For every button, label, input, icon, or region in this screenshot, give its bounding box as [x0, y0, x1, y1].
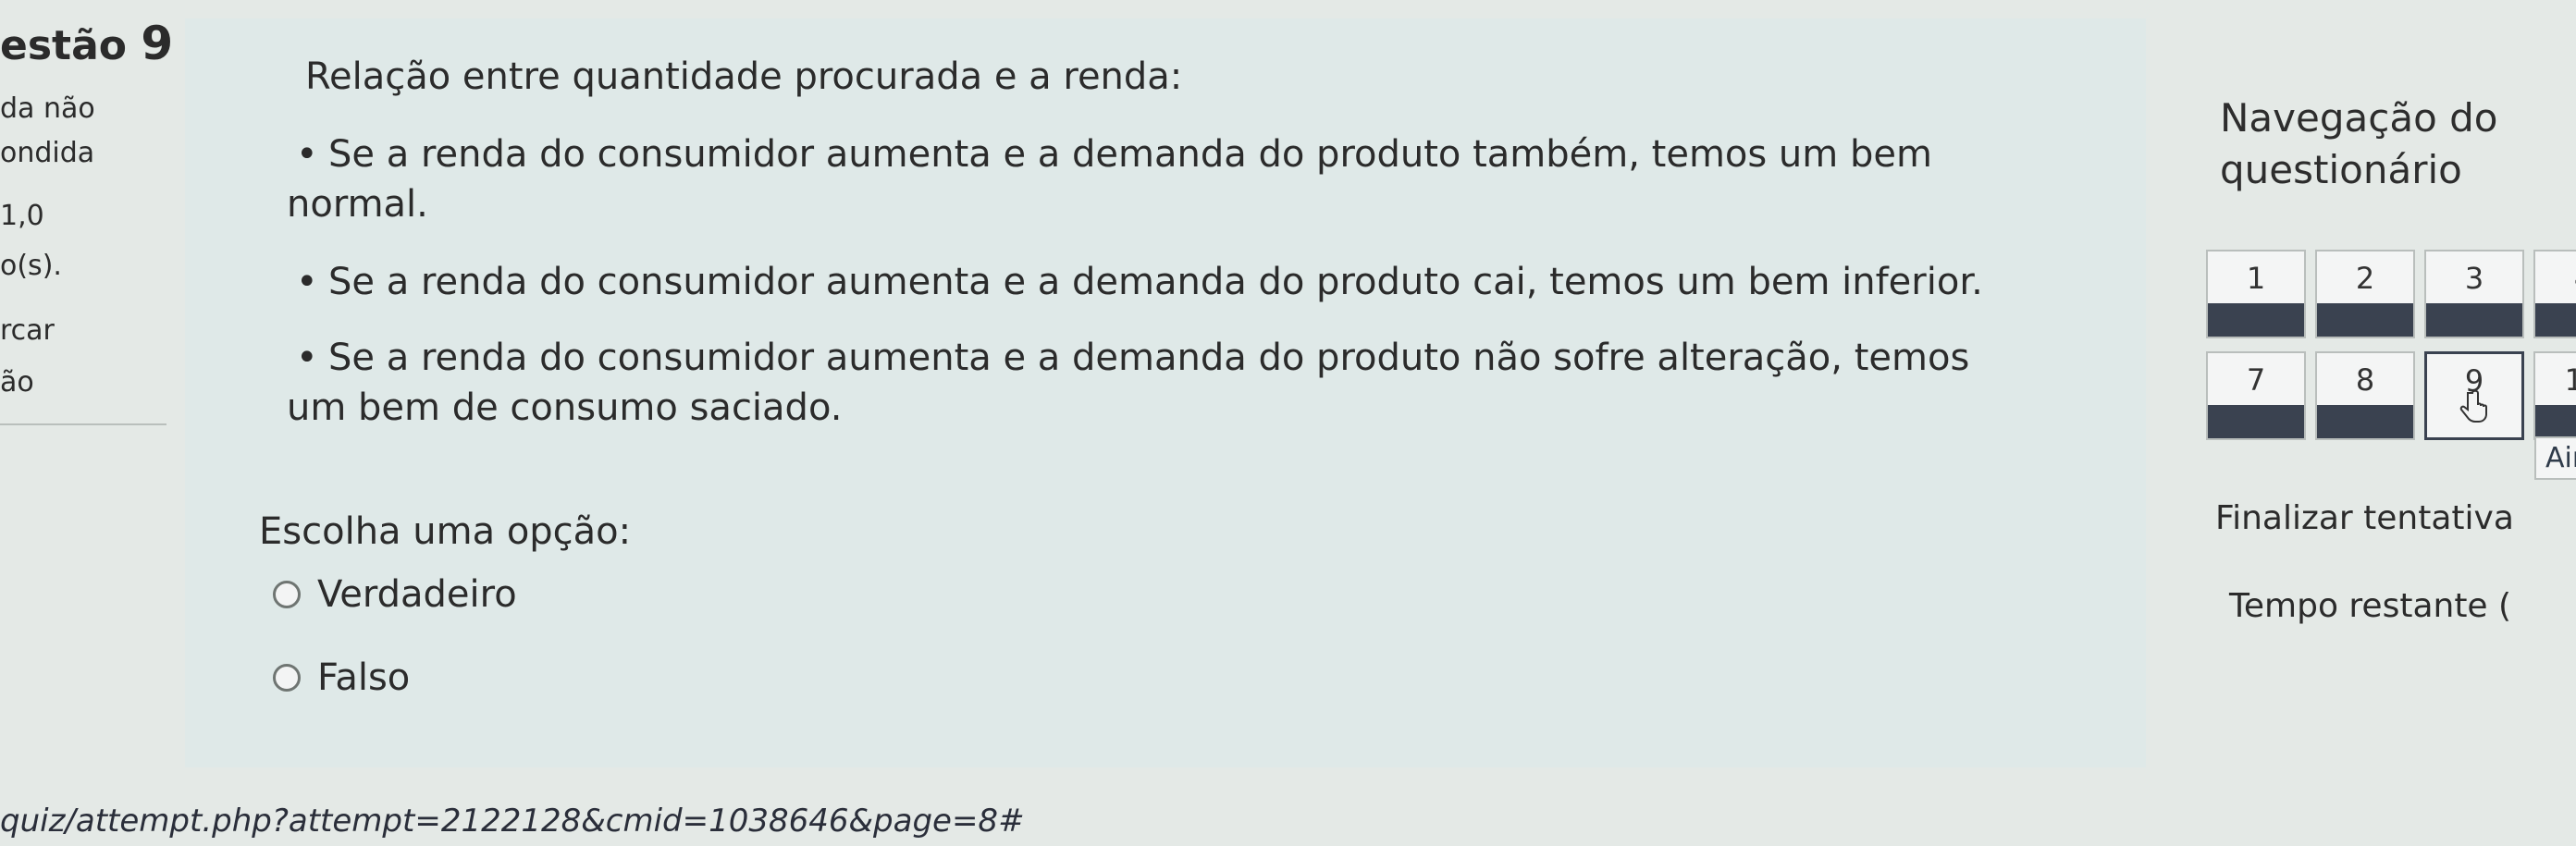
bullet-dot: •	[296, 133, 318, 176]
question-number-title: estão 9	[0, 17, 173, 70]
nav-question-4[interactable]: 4	[2533, 250, 2576, 338]
question-number: 9	[141, 17, 174, 70]
question-label: estão	[0, 22, 127, 69]
quiz-navigation: Navegação do questionário 1 2 3 4 7 8 9 …	[2192, 37, 2576, 795]
nav-question-2[interactable]: 2	[2315, 250, 2415, 338]
choose-option-label: Escolha uma opção:	[259, 510, 632, 553]
option-verdadeiro[interactable]: Verdadeiro	[273, 573, 517, 616]
option-falso[interactable]: Falso	[273, 656, 410, 699]
flag-question-link-2[interactable]: ão	[0, 366, 34, 398]
flag-question-link[interactable]: rcar	[0, 314, 55, 347]
nav-question-8[interactable]: 8	[2315, 351, 2415, 440]
question-heading: Relação entre quantidade procurada e a r…	[305, 55, 1183, 98]
nav-question-9-current[interactable]: 9	[2424, 351, 2524, 440]
points-label: o(s).	[0, 250, 62, 282]
bullet-dot: •	[296, 261, 318, 303]
score-value: 1,0	[0, 200, 44, 232]
question-info: estão 9 da não ondida 1,0 o(s). rcar ão	[0, 0, 173, 435]
finish-attempt-link[interactable]: Finalizar tentativa	[2215, 499, 2514, 537]
bullet-item-3: • Se a renda do consumidor aumenta e a de…	[287, 333, 2238, 433]
nav-question-7[interactable]: 7	[2206, 351, 2306, 440]
bullet-dot: •	[296, 337, 318, 379]
nav-question-10[interactable]: 10	[2533, 351, 2576, 440]
radio-button[interactable]	[273, 581, 301, 608]
time-remaining: Tempo restante (	[2229, 587, 2512, 625]
info-divider	[0, 423, 166, 425]
nav-question-3[interactable]: 3	[2424, 250, 2524, 338]
question-panel: Relação entre quantidade procurada e a r…	[185, 18, 2146, 767]
status-line-1: da não	[0, 92, 95, 125]
unanswered-badge: Aind	[2534, 436, 2576, 480]
radio-button[interactable]	[273, 664, 301, 692]
pointer-hand-icon	[2459, 389, 2487, 423]
nav-question-1[interactable]: 1	[2206, 250, 2306, 338]
status-line-2: ondida	[0, 137, 95, 169]
nav-title: Navegação do questionário	[2220, 95, 2498, 192]
bullet-item-1: • Se a renda do consumidor aumenta e a de…	[287, 129, 2238, 229]
status-url: quiz/attempt.php?attempt=2122128&cmid=10…	[0, 803, 1025, 840]
bullet-item-2: • Se a renda do consumidor aumenta e a de…	[296, 257, 2238, 307]
